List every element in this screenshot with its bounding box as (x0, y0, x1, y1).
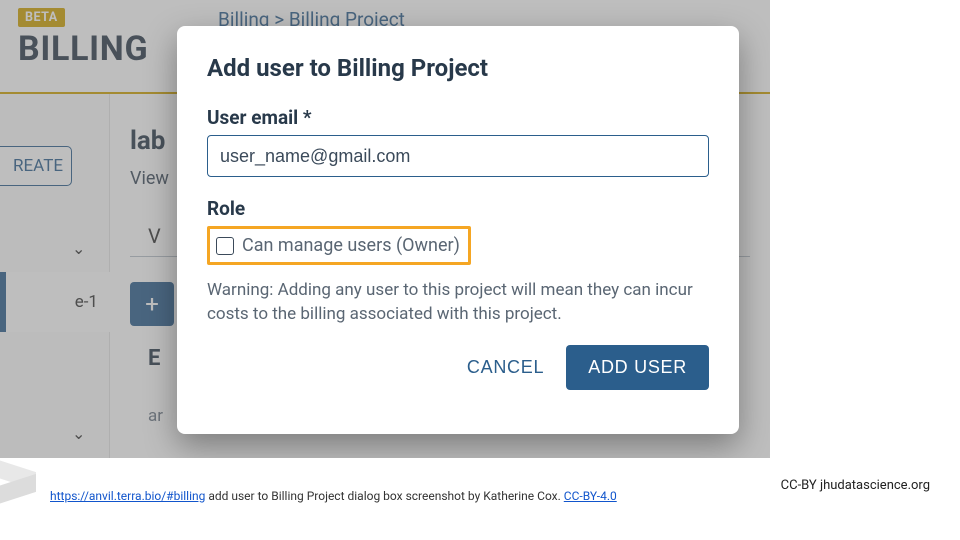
source-url-link[interactable]: https://anvil.terra.bio/#billing (50, 489, 205, 503)
role-label: Role (207, 197, 709, 220)
dialog-title: Add user to Billing Project (207, 54, 709, 82)
dialog-actions: CANCEL ADD USER (207, 345, 709, 390)
cancel-button[interactable]: CANCEL (467, 357, 544, 378)
owner-checkbox[interactable] (216, 237, 234, 255)
attribution-right: CC-BY jhudatascience.org (781, 478, 930, 493)
owner-checkbox-label: Can manage users (Owner) (242, 235, 460, 256)
add-user-button[interactable]: ADD USER (566, 345, 709, 390)
license-link[interactable]: CC-BY-4.0 (564, 489, 617, 503)
email-label: User email * (207, 106, 709, 129)
add-user-dialog: Add user to Billing Project User email *… (177, 26, 739, 434)
caption-text: add user to Billing Project dialog box s… (205, 489, 563, 503)
stage: BETA BILLING Billing > Billing Project R… (0, 0, 960, 540)
role-checkbox-highlight: Can manage users (Owner) (207, 226, 471, 265)
warning-text: Warning: Adding any user to this project… (207, 279, 697, 327)
app-clip: BETA BILLING Billing > Billing Project R… (0, 0, 770, 458)
email-field[interactable] (207, 135, 709, 177)
